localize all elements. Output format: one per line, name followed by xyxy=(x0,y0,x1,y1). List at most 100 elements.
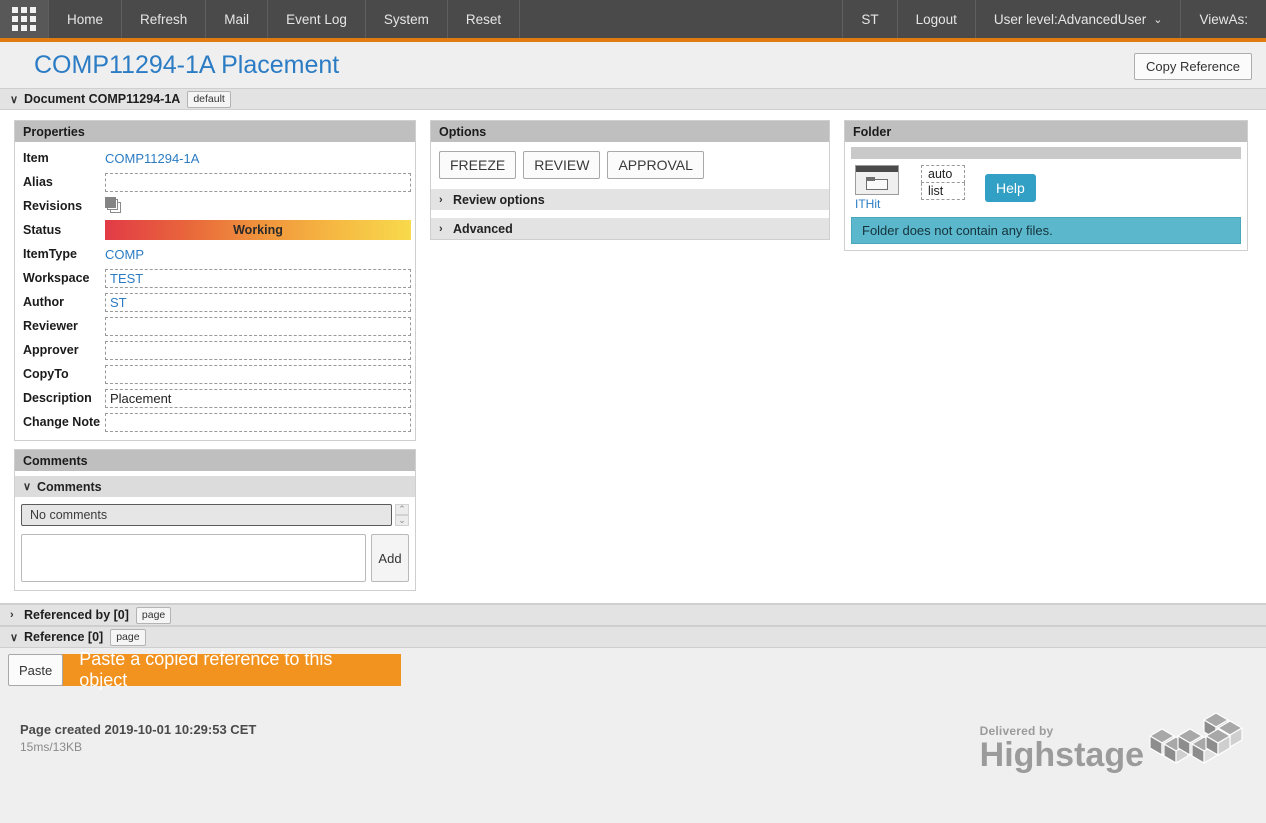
nav-item-reset[interactable]: Reset xyxy=(448,0,521,38)
property-row-workspace: Workspace TEST xyxy=(15,266,415,290)
middle-column: Options FREEZE REVIEW APPROVAL › Review … xyxy=(430,120,830,240)
property-label-revisions: Revisions xyxy=(23,199,83,213)
chevron-expanded-icon: ∨ xyxy=(10,631,19,644)
advanced-section[interactable]: › Advanced xyxy=(431,217,829,239)
folder-mode-list[interactable]: list xyxy=(921,183,965,200)
nav-item-mail[interactable]: Mail xyxy=(206,0,269,38)
highstage-branding: Delivered by Highstage xyxy=(980,710,1244,772)
highstage-cubes-logo-icon xyxy=(1148,712,1244,765)
folder-content-row: ITHit auto list Help xyxy=(851,165,1241,217)
comment-entry-row: Add xyxy=(21,534,409,582)
property-value-alias[interactable] xyxy=(105,172,411,192)
property-value-itemtype[interactable]: COMP xyxy=(105,245,411,264)
property-label-workspace: Workspace xyxy=(23,271,90,285)
comments-body: ∨ Comments No comments ⌃ ⌄ Add xyxy=(15,471,415,590)
apps-launcher-button[interactable] xyxy=(0,0,49,38)
options-panel: Options FREEZE REVIEW APPROVAL › Review … xyxy=(430,120,830,240)
comments-scroll-spinner[interactable]: ⌃ ⌄ xyxy=(395,504,409,526)
ithit-label[interactable]: ITHit xyxy=(855,197,901,211)
nav-item-event-log[interactable]: Event Log xyxy=(268,0,366,38)
chevron-expanded-icon: ∨ xyxy=(10,93,19,106)
reference-page-badge[interactable]: page xyxy=(110,628,146,646)
top-navigation-bar: Home Refresh Mail Event Log System Reset… xyxy=(0,0,1266,42)
folder-view-mode-options[interactable]: auto list xyxy=(921,165,965,200)
folder-panel: Folder ITHit auto list Help Folder does … xyxy=(844,120,1248,251)
nav-item-refresh[interactable]: Refresh xyxy=(122,0,207,38)
freeze-button[interactable]: FREEZE xyxy=(439,151,517,179)
property-row-alias: Alias xyxy=(15,170,415,194)
property-row-itemtype: ItemType COMP xyxy=(15,242,415,266)
property-value-approver[interactable] xyxy=(105,340,411,360)
reference-section-header[interactable]: ∨ Reference [0] page xyxy=(0,626,1266,648)
comments-empty-list[interactable]: No comments xyxy=(21,504,392,526)
document-default-badge[interactable]: default xyxy=(187,90,231,108)
property-label-copyto: CopyTo xyxy=(23,367,69,381)
property-value-workspace[interactable]: TEST xyxy=(105,268,411,288)
property-row-revisions: Revisions xyxy=(15,194,415,218)
property-label-author: Author xyxy=(23,295,64,309)
document-section-label: Document COMP11294-1A xyxy=(24,92,181,106)
copy-reference-button[interactable]: Copy Reference xyxy=(1134,53,1252,80)
property-row-change-note: Change Note xyxy=(15,410,415,434)
property-value-change-note[interactable] xyxy=(105,412,411,432)
property-label-change-note: Change Note xyxy=(23,415,101,429)
property-value-copyto[interactable] xyxy=(105,364,411,384)
ithit-folder-icon[interactable] xyxy=(855,165,899,195)
main-content-area: Properties Item COMP11294-1A Alias Revis… xyxy=(0,110,1266,604)
property-label-status: Status xyxy=(23,223,62,237)
page-title-row: COMP11294-1A Placement Copy Reference xyxy=(0,42,1266,88)
scroll-up-icon[interactable]: ⌃ xyxy=(395,504,409,515)
ithit-folder-control[interactable]: ITHit xyxy=(855,165,901,211)
nav-item-home[interactable]: Home xyxy=(49,0,123,38)
help-button[interactable]: Help xyxy=(985,174,1036,202)
comments-subsection-header[interactable]: ∨ Comments xyxy=(15,476,415,497)
nav-item-logout[interactable]: Logout xyxy=(898,0,976,38)
status-badge: Working xyxy=(105,220,411,240)
property-row-author: Author ST xyxy=(15,290,415,314)
options-panel-heading: Options xyxy=(431,121,829,142)
revisions-stack-icon[interactable] xyxy=(105,197,125,215)
review-button[interactable]: REVIEW xyxy=(523,151,601,179)
left-column: Properties Item COMP11294-1A Alias Revis… xyxy=(14,120,416,591)
add-comment-button[interactable]: Add xyxy=(371,534,409,582)
advanced-label: Advanced xyxy=(453,221,513,236)
chevron-expanded-icon: ∨ xyxy=(23,481,32,493)
property-row-status: Status Working xyxy=(15,218,415,242)
nav-item-view-as[interactable]: ViewAs: xyxy=(1181,0,1266,38)
options-button-row: FREEZE REVIEW APPROVAL xyxy=(431,142,829,188)
page-footer: Page created 2019-10-01 10:29:53 CET 15m… xyxy=(0,700,1266,772)
property-value-item[interactable]: COMP11294-1A xyxy=(105,149,411,168)
scroll-down-icon[interactable]: ⌄ xyxy=(395,515,409,526)
folder-body: ITHit auto list Help Folder does not con… xyxy=(845,147,1247,250)
paste-row: Paste Paste a copied reference to this o… xyxy=(0,649,1266,690)
property-value-reviewer[interactable] xyxy=(105,316,411,336)
user-level-label: User level:AdvancedUser xyxy=(993,11,1147,27)
approval-button[interactable]: APPROVAL xyxy=(607,151,704,179)
document-section-header[interactable]: ∨ Document COMP11294-1A default xyxy=(0,88,1266,110)
paste-button[interactable]: Paste xyxy=(8,654,64,686)
nav-item-system[interactable]: System xyxy=(366,0,448,38)
referenced-by-label: Referenced by [0] xyxy=(24,608,129,622)
referenced-by-page-badge[interactable]: page xyxy=(135,606,172,624)
user-level-dropdown[interactable]: User level:AdvancedUser ⌄ xyxy=(976,0,1182,38)
property-value-revisions[interactable] xyxy=(105,197,411,216)
reference-label: Reference [0] xyxy=(24,630,104,644)
review-options-label: Review options xyxy=(453,192,545,207)
folder-toolbar-strip xyxy=(851,147,1241,159)
chevron-right-icon: › xyxy=(10,609,14,621)
property-value-description[interactable]: Placement xyxy=(105,388,411,408)
properties-panel: Properties Item COMP11294-1A Alias Revis… xyxy=(14,120,416,441)
property-row-item: Item COMP11294-1A xyxy=(15,146,415,170)
right-column: Folder ITHit auto list Help Folder does … xyxy=(844,120,1248,251)
review-options-section[interactable]: › Review options xyxy=(431,188,829,210)
property-label-description: Description xyxy=(23,391,92,405)
property-row-copyto: CopyTo xyxy=(15,362,415,386)
folder-mode-auto[interactable]: auto xyxy=(921,165,965,183)
comment-input[interactable] xyxy=(21,534,366,582)
properties-list: Item COMP11294-1A Alias Revisions Status… xyxy=(15,142,415,440)
property-value-status: Working xyxy=(105,220,411,240)
nav-item-user-initials[interactable]: ST xyxy=(843,0,898,38)
property-label-approver: Approver xyxy=(23,343,79,357)
referenced-by-section-header[interactable]: › Referenced by [0] page xyxy=(0,604,1266,626)
property-value-author[interactable]: ST xyxy=(105,292,411,312)
